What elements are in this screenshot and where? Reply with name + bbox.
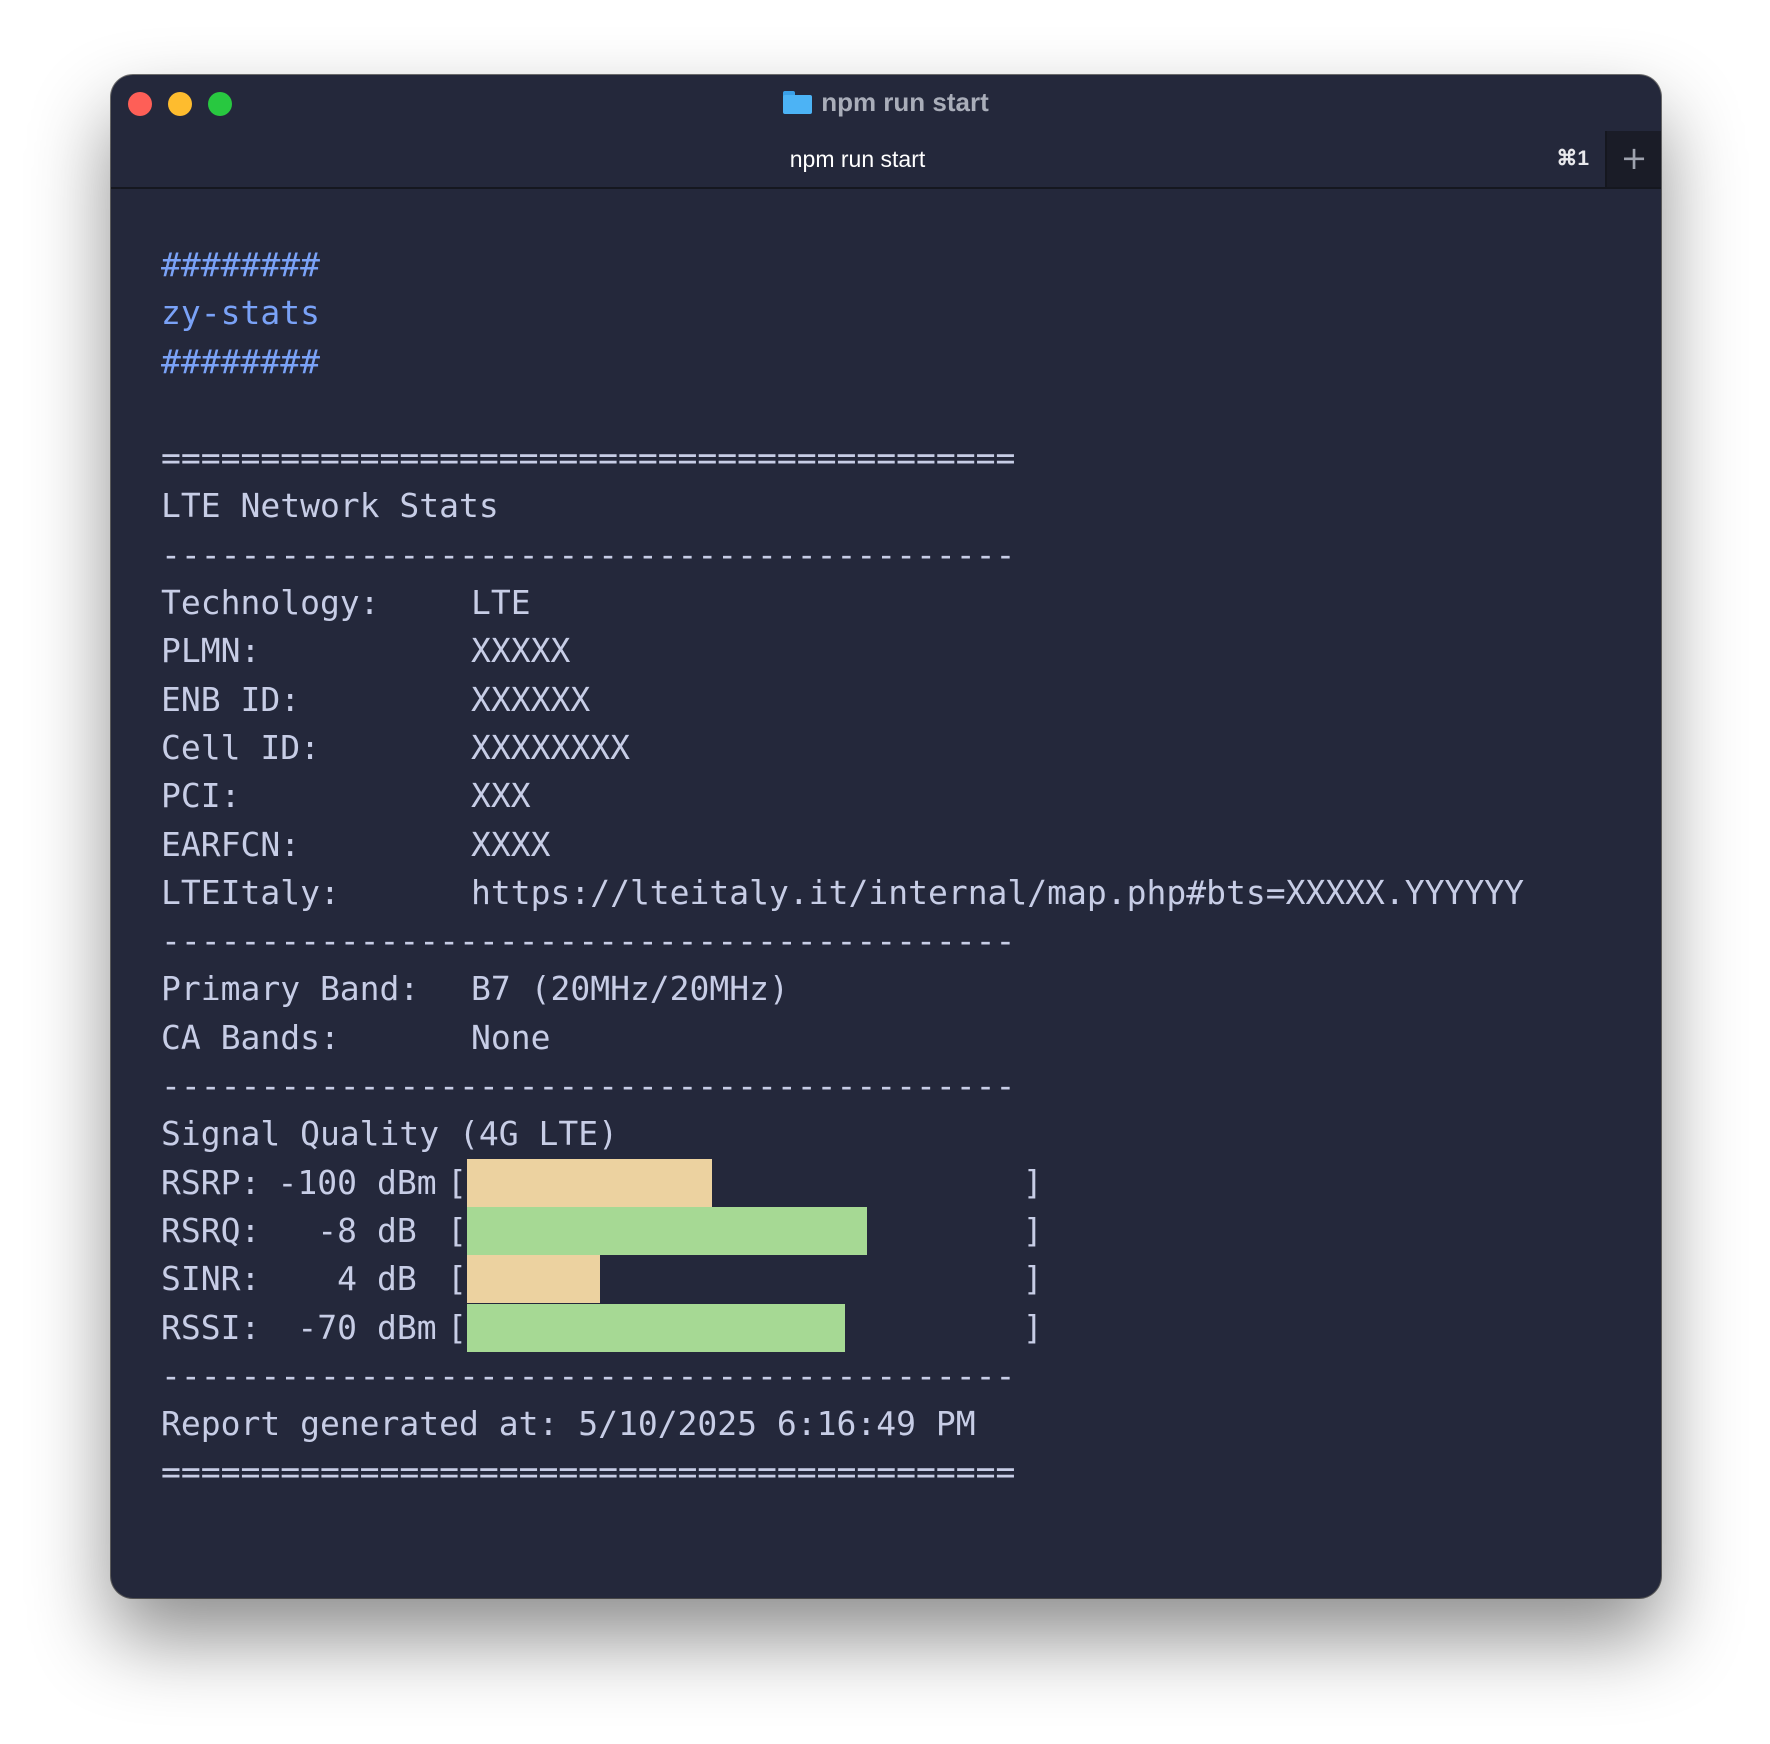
signal-bar: [466, 1255, 1023, 1304]
report-timestamp: Report generated at: 5/10/2025 6:16:49 P…: [161, 1404, 976, 1444]
bracket-close: ]: [1022, 1210, 1043, 1250]
network-row-enb-id: ENB ID: XXXXXX: [161, 676, 1661, 724]
signal-row-rsrq: RSRQ: -8 dB []: [161, 1206, 1661, 1255]
lteitaly-link[interactable]: https://lteitaly.it/internal/map.php#bts…: [471, 873, 1524, 912]
band-row-primary: Primary Band: B7 (20MHz/20MHz): [161, 965, 1661, 1013]
band-row-value: B7 (20MHz/20MHz): [471, 969, 789, 1009]
bracket-close: ]: [1022, 1259, 1043, 1299]
folder-icon: [783, 91, 813, 114]
separator-single: ----------------------------------------…: [161, 1355, 1016, 1395]
signal-row-sinr: SINR: 4 dB []: [161, 1255, 1661, 1304]
network-row-value: XXXXXX: [471, 679, 591, 719]
signal-unit: dBm: [377, 1307, 437, 1347]
signal-section-title: Signal Quality (4G LTE): [161, 1114, 618, 1154]
signal-value: -100: [277, 1162, 357, 1202]
signal-row-rsrp: RSRP: -100 dBm[]: [161, 1158, 1661, 1207]
signal-value: 4: [337, 1259, 357, 1299]
network-row-label: PLMN:: [161, 631, 261, 671]
network-section-title: LTE Network Stats: [161, 486, 499, 526]
bracket-open: [: [447, 1307, 467, 1347]
band-row-ca: CA Bands: None: [161, 1014, 1661, 1062]
signal-label: RSSI:: [161, 1307, 261, 1347]
terminal-window: npm run start npm run start ⌘1 + #######…: [111, 75, 1661, 1598]
banner-hash-bottom: ########: [161, 341, 320, 381]
bracket-open: [: [447, 1210, 467, 1250]
signal-unit: dB: [377, 1259, 417, 1299]
signal-label: SINR:: [161, 1259, 261, 1299]
new-tab-button[interactable]: +: [1605, 131, 1661, 187]
tab-bar: npm run start ⌘1 +: [111, 131, 1661, 189]
network-row-pci: PCI: XXX: [161, 772, 1661, 820]
separator-single: ----------------------------------------…: [161, 921, 1016, 961]
network-row-value: LTE: [471, 583, 531, 623]
network-row-label: LTEItaly:: [161, 872, 340, 912]
network-row-label: PCI:: [161, 776, 241, 816]
signal-value: -8: [317, 1210, 357, 1250]
title-bar: npm run start: [111, 75, 1661, 131]
network-row-label: Technology:: [161, 583, 380, 623]
signal-bar-fill: [466, 1303, 845, 1352]
band-row-label: CA Bands:: [161, 1017, 340, 1057]
signal-unit: dB: [377, 1210, 417, 1250]
banner-hash-top: ########: [161, 245, 320, 284]
network-row-value: XXXXXXXX: [471, 727, 630, 767]
network-row-technology: Technology: LTE: [161, 579, 1661, 627]
signal-unit: dBm: [377, 1162, 437, 1202]
banner-name: zy-stats: [161, 293, 320, 333]
bracket-close: ]: [1022, 1307, 1043, 1347]
signal-bar-fill: [466, 1158, 712, 1207]
network-row-lteitaly: LTEItaly: https://lteitaly.it/internal/ma…: [161, 869, 1661, 917]
network-row-value: XXXX: [471, 824, 551, 864]
signal-bar-fill: [466, 1206, 868, 1255]
bracket-close: ]: [1022, 1162, 1043, 1202]
signal-label: RSRP:: [161, 1162, 261, 1202]
network-row-plmn: PLMN: XXXXX: [161, 627, 1661, 675]
band-row-value: None: [471, 1017, 551, 1057]
window-title: npm run start: [111, 87, 1661, 118]
network-row-earfcn: EARFCN: XXXX: [161, 821, 1661, 869]
signal-bar-fill: [466, 1255, 601, 1304]
bracket-open: [: [447, 1162, 467, 1202]
signal-bar: [466, 1158, 1023, 1207]
separator-double: ========================================…: [161, 438, 1016, 478]
signal-bar: [466, 1206, 1023, 1255]
network-row-value: XXX: [471, 776, 531, 816]
network-row-label: Cell ID:: [161, 727, 320, 767]
signal-value: -70: [297, 1307, 357, 1347]
tab-npm-run-start[interactable]: npm run start: [111, 131, 1604, 187]
network-row-value: XXXXX: [471, 631, 571, 671]
tab-shortcut-label: ⌘1: [1556, 147, 1589, 170]
separator-single: ----------------------------------------…: [161, 534, 1016, 574]
network-row-label: ENB ID:: [161, 679, 301, 719]
network-row-cell-id: Cell ID: XXXXXXXX: [161, 724, 1661, 772]
signal-row-rssi: RSSI: -70 dBm[]: [161, 1303, 1661, 1352]
band-row-label: Primary Band:: [161, 969, 420, 1009]
signal-label: RSRQ:: [161, 1210, 261, 1250]
signal-bar: [466, 1303, 1023, 1352]
terminal-output[interactable]: ######## zy-stats ######## =============…: [161, 241, 1661, 1497]
separator-double: ========================================…: [161, 1452, 1016, 1492]
bracket-open: [: [447, 1259, 467, 1299]
window-title-text: npm run start: [821, 87, 989, 117]
network-row-label: EARFCN:: [161, 824, 301, 864]
separator-single: ----------------------------------------…: [161, 1066, 1016, 1106]
